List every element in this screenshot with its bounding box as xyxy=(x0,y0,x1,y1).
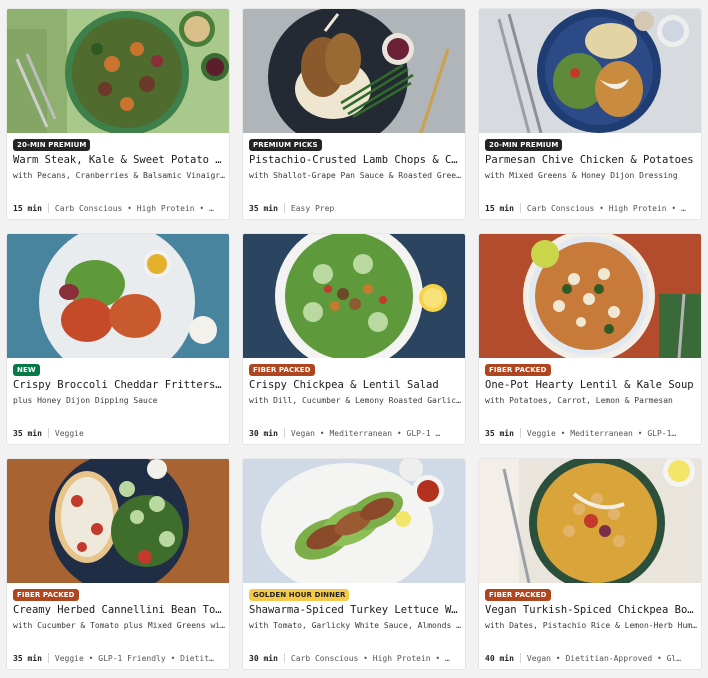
cook-time: 40 min xyxy=(485,653,514,663)
recipe-tags: Carb Conscious • High Protein • … xyxy=(526,203,686,213)
chickpea-salad-bowl-image xyxy=(243,234,465,358)
badge-20-min-premium: 20-MIN PREMIUM xyxy=(485,139,563,151)
recipe-subtitle: with Dill, Cucumber & Lemony Roasted Gar… xyxy=(249,396,461,405)
recipe-card[interactable]: FIBER PACKED Creamy Herbed Cannellini Be… xyxy=(7,459,229,669)
recipe-image[interactable] xyxy=(7,234,229,358)
meta-divider xyxy=(283,428,285,438)
recipe-image[interactable] xyxy=(7,459,229,583)
cook-time: 30 min xyxy=(249,428,278,438)
bean-toasts-plate-image xyxy=(7,459,229,583)
cook-time: 15 min xyxy=(13,203,42,213)
recipe-card[interactable]: 20-MIN PREMIUM Warm Steak, Kale & Sweet … xyxy=(7,9,229,219)
recipe-subtitle: with Potatoes, Carrot, Lemon & Parmesan xyxy=(485,396,673,405)
recipe-image[interactable] xyxy=(243,234,465,358)
recipe-meta: 30 min Carb Conscious • High Protein • … xyxy=(249,653,461,663)
recipe-image[interactable] xyxy=(243,459,465,583)
recipe-card[interactable]: PREMIUM PICKS Pistachio-Crusted Lamb Cho… xyxy=(243,9,465,219)
recipe-title[interactable]: Shawarma-Spiced Turkey Lettuce Wraps xyxy=(249,604,461,617)
recipe-title[interactable]: One-Pot Hearty Lentil & Kale Soup xyxy=(485,379,697,392)
recipe-image[interactable] xyxy=(479,234,701,358)
meta-divider xyxy=(283,653,285,663)
badge-fiber-packed: FIBER PACKED xyxy=(13,589,79,601)
meta-divider xyxy=(519,653,521,663)
recipe-meta: 35 min Veggie xyxy=(13,428,225,438)
recipe-subtitle: with Mixed Greens & Honey Dijon Dressing xyxy=(485,171,678,180)
recipe-image[interactable] xyxy=(479,459,701,583)
recipe-subtitle: plus Honey Dijon Dipping Sauce xyxy=(13,396,158,405)
chickpea-rice-bowl-image xyxy=(479,459,701,583)
recipe-tags: Veggie • GLP-1 Friendly • Dietit… xyxy=(54,653,214,663)
recipe-card[interactable]: 20-MIN PREMIUM Parmesan Chive Chicken & … xyxy=(479,9,701,219)
recipe-title[interactable]: Crispy Broccoli Cheddar Fritters with Ra… xyxy=(13,379,225,392)
meta-divider xyxy=(47,203,49,213)
recipe-tags: Veggie • Mediterranean • GLP-1… xyxy=(526,428,677,438)
recipe-image[interactable] xyxy=(479,9,701,133)
recipe-subtitle: with Tomato, Garlicky White Sauce, Almon… xyxy=(249,621,461,630)
cook-time: 30 min xyxy=(249,653,278,663)
recipe-title[interactable]: Vegan Turkish-Spiced Chickpea Bowls xyxy=(485,604,697,617)
cook-time: 35 min xyxy=(13,428,42,438)
recipe-grid: 20-MIN PREMIUM Warm Steak, Kale & Sweet … xyxy=(0,0,708,678)
recipe-card[interactable]: NEW Crispy Broccoli Cheddar Fritters wit… xyxy=(7,234,229,444)
badge-fiber-packed: FIBER PACKED xyxy=(485,364,551,376)
recipe-card[interactable]: FIBER PACKED Crispy Chickpea & Lentil Sa… xyxy=(243,234,465,444)
recipe-image[interactable] xyxy=(7,9,229,133)
recipe-meta: 15 min Carb Conscious • High Protein • … xyxy=(13,203,225,213)
recipe-tags: Veggie xyxy=(54,428,84,438)
badge-fiber-packed: FIBER PACKED xyxy=(485,589,551,601)
fritters-plate-image xyxy=(7,234,229,358)
recipe-tags: Easy Prep xyxy=(290,203,335,213)
meta-divider xyxy=(47,653,49,663)
meta-divider xyxy=(283,203,285,213)
recipe-title[interactable]: Creamy Herbed Cannellini Bean Toasts xyxy=(13,604,225,617)
recipe-card[interactable]: FIBER PACKED One-Pot Hearty Lentil & Kal… xyxy=(479,234,701,444)
recipe-subtitle: with Shallot-Grape Pan Sauce & Roasted G… xyxy=(249,171,461,180)
lentil-soup-bowl-image xyxy=(479,234,701,358)
lamb-chops-plate-image xyxy=(243,9,465,133)
recipe-image[interactable] xyxy=(243,9,465,133)
badge-new: NEW xyxy=(13,364,40,376)
recipe-meta: 30 min Vegan • Mediterranean • GLP-1 … xyxy=(249,428,461,438)
cook-time: 35 min xyxy=(13,653,42,663)
recipe-title[interactable]: Crispy Chickpea & Lentil Salad xyxy=(249,379,461,392)
recipe-title[interactable]: Warm Steak, Kale & Sweet Potato Salad xyxy=(13,154,225,167)
recipe-card[interactable]: FIBER PACKED Vegan Turkish-Spiced Chickp… xyxy=(479,459,701,669)
recipe-meta: 40 min Vegan • Dietitian-Approved • Gl… xyxy=(485,653,697,663)
cook-time: 15 min xyxy=(485,203,514,213)
recipe-meta: 35 min Easy Prep xyxy=(249,203,461,213)
salad-bowl-image xyxy=(7,9,229,133)
recipe-subtitle: with Pecans, Cranberries & Balsamic Vina… xyxy=(13,171,225,180)
badge-premium-picks: PREMIUM PICKS xyxy=(249,139,322,151)
chicken-potatoes-plate-image xyxy=(479,9,701,133)
meta-divider xyxy=(47,428,49,438)
recipe-tags: Vegan • Dietitian-Approved • Gl… xyxy=(526,653,682,663)
recipe-tags: Vegan • Mediterranean • GLP-1 … xyxy=(290,428,441,438)
recipe-title[interactable]: Pistachio-Crusted Lamb Chops & Cream… xyxy=(249,154,461,167)
cook-time: 35 min xyxy=(485,428,514,438)
badge-20-min-premium: 20-MIN PREMIUM xyxy=(13,139,91,151)
cook-time: 35 min xyxy=(249,203,278,213)
recipe-card[interactable]: GOLDEN HOUR DINNER Shawarma-Spiced Turke… xyxy=(243,459,465,669)
badge-fiber-packed: FIBER PACKED xyxy=(249,364,315,376)
meta-divider xyxy=(519,428,521,438)
meta-divider xyxy=(519,203,521,213)
recipe-tags: Carb Conscious • High Protein • … xyxy=(54,203,214,213)
recipe-meta: 35 min Veggie • Mediterranean • GLP-1… xyxy=(485,428,697,438)
recipe-meta: 35 min Veggie • GLP-1 Friendly • Dietit… xyxy=(13,653,225,663)
lettuce-wraps-plate-image xyxy=(243,459,465,583)
recipe-tags: Carb Conscious • High Protein • … xyxy=(290,653,450,663)
recipe-title[interactable]: Parmesan Chive Chicken & Potatoes xyxy=(485,154,697,167)
recipe-subtitle: with Cucumber & Tomato plus Mixed Greens… xyxy=(13,621,225,630)
badge-golden-hour-dinner: GOLDEN HOUR DINNER xyxy=(249,589,350,601)
recipe-meta: 15 min Carb Conscious • High Protein • … xyxy=(485,203,697,213)
recipe-subtitle: with Dates, Pistachio Rice & Lemon-Herb … xyxy=(485,621,697,630)
